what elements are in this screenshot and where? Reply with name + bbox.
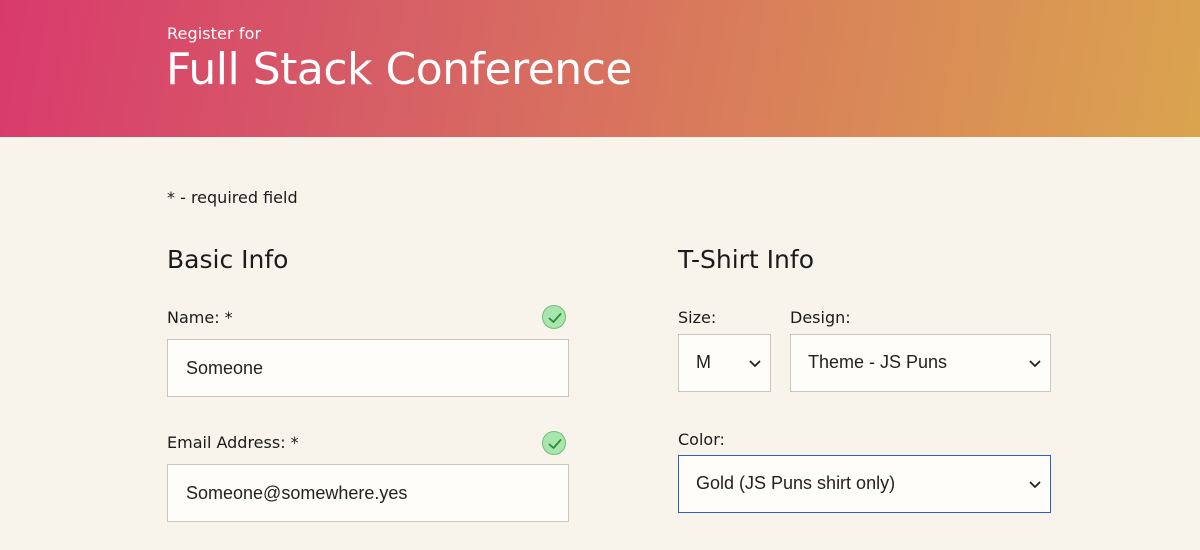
chevron-down-icon [749,360,761,367]
chevron-down-icon [1029,481,1041,488]
size-label: Size: [678,308,717,327]
header-subtitle: Register for [167,24,262,43]
email-field[interactable] [167,464,569,522]
tshirt-info-heading: T-Shirt Info [678,245,814,274]
required-field-note: * - required field [167,188,298,207]
color-label: Color: [678,430,725,449]
chevron-down-icon [1029,360,1041,367]
name-label: Name: * [167,308,233,327]
page-title: Full Stack Conference [166,44,632,95]
name-field[interactable] [167,339,569,397]
basic-info-heading: Basic Info [167,245,289,274]
design-select-value: Theme - JS Puns [808,352,948,372]
size-select-value: M [696,352,711,372]
page-header: Register for Full Stack Conference [0,0,1200,137]
email-label: Email Address: * [167,433,299,452]
design-select[interactable]: Theme - JS Puns [790,334,1051,392]
check-circle-icon [542,431,566,455]
design-label: Design: [790,308,851,327]
size-select[interactable]: M [678,334,771,392]
check-circle-icon [542,305,566,329]
color-select-value: Gold (JS Puns shirt only) [696,473,896,493]
color-select[interactable]: Gold (JS Puns shirt only) [678,455,1051,513]
